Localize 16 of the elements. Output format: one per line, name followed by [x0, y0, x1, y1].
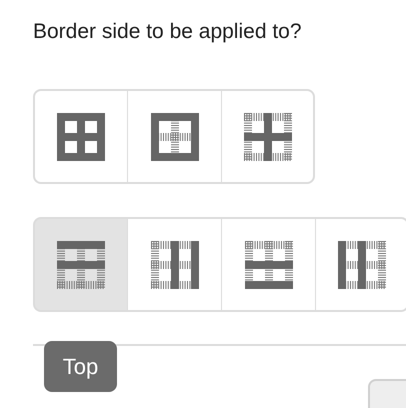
- border-grid-icon: [244, 240, 292, 288]
- border-grid-icon: [57, 112, 105, 160]
- border-option-button[interactable]: [221, 89, 315, 184]
- border-grid-icon: [150, 240, 198, 288]
- border-grid-icon: [338, 240, 386, 288]
- question-heading: Border side to be applied to?: [33, 19, 303, 45]
- border-grid-icon: [57, 240, 105, 288]
- border-option-button[interactable]: [33, 89, 127, 184]
- border-option-button[interactable]: [127, 217, 221, 312]
- border-grid-icon: [244, 112, 292, 160]
- border-option-button[interactable]: [221, 217, 315, 312]
- border-grid-icon: [150, 112, 198, 160]
- tooltip: Top: [44, 341, 117, 392]
- border-option-button[interactable]: [315, 217, 406, 312]
- border-option-button[interactable]: [127, 89, 221, 184]
- border-option-button[interactable]: [33, 217, 127, 312]
